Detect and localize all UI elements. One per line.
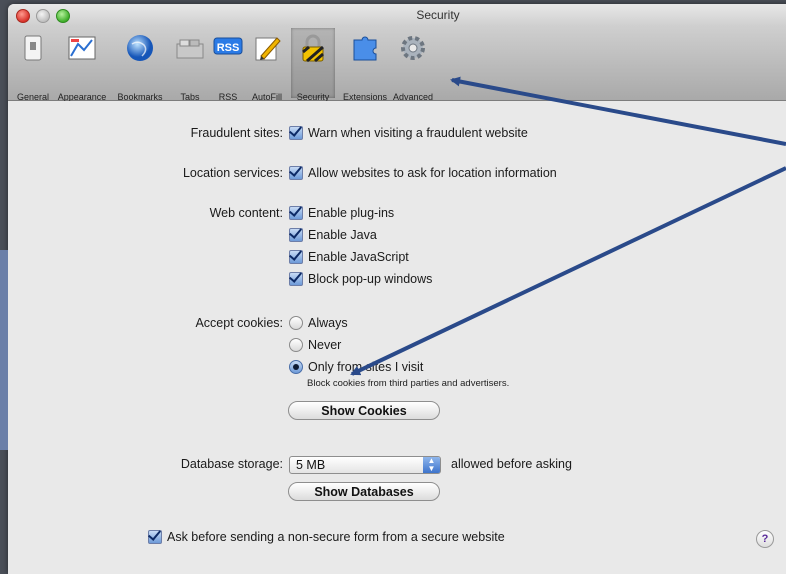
fraudulent-sites-label: Fraudulent sites: <box>190 126 283 140</box>
preferences-window: Security General Appearance Bookmarks Ta… <box>8 4 786 574</box>
checkbox-checked[interactable] <box>148 530 162 544</box>
toolbar-general[interactable]: General <box>11 28 55 102</box>
cookies-always-radio[interactable]: Always <box>289 316 348 330</box>
cookies-hint: Block cookies from third parties and adv… <box>307 378 510 389</box>
general-switch-icon <box>24 35 42 61</box>
radio-unselected[interactable] <box>289 338 303 352</box>
checkbox-checked[interactable] <box>289 250 303 264</box>
database-storage-label: Database storage: <box>180 457 283 471</box>
checkbox-checked[interactable] <box>289 228 303 242</box>
svg-text:RSS: RSS <box>217 42 240 54</box>
security-pane: Fraudulent sites: Warn when visiting a f… <box>8 101 786 574</box>
padlock-icon <box>302 34 324 63</box>
toolbar-rss[interactable]: RSS RSS <box>206 28 250 102</box>
toolbar-autofill[interactable]: AutoFill <box>245 28 289 102</box>
location-services-label: Location services: <box>182 166 283 180</box>
background-window-edge <box>0 250 8 450</box>
nonsecure-form-checkbox[interactable]: Ask before sending a non-secure form fro… <box>148 530 505 544</box>
gear-icon <box>401 36 425 60</box>
globe-icon <box>127 35 153 61</box>
rss-icon: RSS <box>213 37 243 55</box>
toolbar-appearance[interactable]: Appearance <box>58 28 106 102</box>
title-bar: Security <box>8 4 786 26</box>
radio-selected[interactable] <box>289 360 303 374</box>
appearance-icon <box>68 36 96 60</box>
cookies-visited-sites-radio[interactable]: Only from sites I visit <box>289 360 423 374</box>
enable-plugins-checkbox[interactable]: Enable plug-ins <box>289 206 394 220</box>
radio-unselected[interactable] <box>289 316 303 330</box>
checkbox-checked[interactable] <box>289 272 303 286</box>
preferences-toolbar: General Appearance Bookmarks Tabs RSS RS… <box>8 26 786 102</box>
database-size-select[interactable]: 5 MB ▲ ▼ <box>289 456 441 474</box>
checkbox-checked[interactable] <box>289 166 303 180</box>
show-cookies-button[interactable]: Show Cookies <box>288 401 440 420</box>
puzzle-icon <box>353 36 377 61</box>
checkbox-checked[interactable] <box>289 206 303 220</box>
location-permission-checkbox[interactable]: Allow websites to ask for location infor… <box>289 166 557 180</box>
pencil-form-icon <box>255 37 281 61</box>
toolbar-bookmarks[interactable]: Bookmarks <box>117 28 163 102</box>
database-suffix: allowed before asking <box>451 457 572 471</box>
enable-java-checkbox[interactable]: Enable Java <box>289 228 377 242</box>
select-stepper-icon: ▲ ▼ <box>423 457 440 473</box>
window-title: Security <box>416 8 460 22</box>
toolbar-advanced[interactable]: Advanced <box>391 28 435 102</box>
help-button[interactable]: ? <box>756 530 774 548</box>
fraudulent-warning-checkbox[interactable]: Warn when visiting a fraudulent website <box>289 126 528 140</box>
toolbar-extensions[interactable]: Extensions <box>343 28 387 102</box>
checkbox-checked[interactable] <box>289 126 303 140</box>
web-content-label: Web content: <box>209 206 283 220</box>
block-popups-checkbox[interactable]: Block pop-up windows <box>289 272 432 286</box>
cookies-never-radio[interactable]: Never <box>289 338 341 352</box>
tabs-icon <box>176 39 204 59</box>
accept-cookies-label: Accept cookies: <box>195 316 283 330</box>
enable-javascript-checkbox[interactable]: Enable JavaScript <box>289 250 409 264</box>
toolbar-security[interactable]: Security <box>291 28 335 102</box>
show-databases-button[interactable]: Show Databases <box>288 482 440 501</box>
